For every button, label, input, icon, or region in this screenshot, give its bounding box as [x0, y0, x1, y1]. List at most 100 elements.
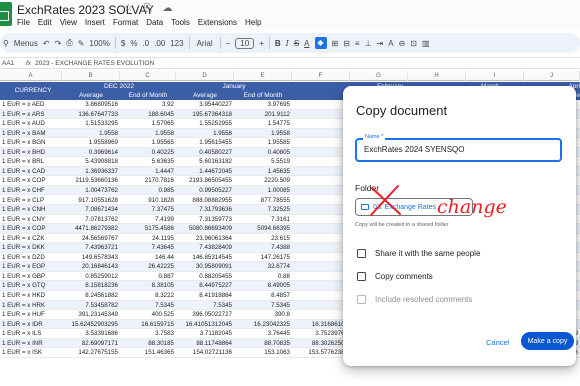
rate-cell[interactable]: 201.9112 — [234, 110, 290, 119]
rate-cell[interactable]: 3.7583 — [120, 329, 174, 338]
rate-cell[interactable]: 400.525 — [120, 310, 174, 319]
copy-comments-option[interactable]: Copy comments — [357, 272, 433, 281]
rate-cell[interactable]: 5.63635 — [120, 157, 174, 166]
rate-cell[interactable]: 5.60163182 — [176, 157, 232, 166]
rate-cell[interactable]: 1.9558 — [176, 129, 232, 138]
borders-icon[interactable]: ⊞ — [332, 39, 339, 48]
rate-cell[interactable]: 3.97695 — [234, 100, 290, 109]
rate-cell[interactable]: 24.1195 — [120, 234, 174, 243]
rate-cell[interactable]: 1.9558969 — [62, 138, 118, 147]
rate-cell[interactable]: 390.8 — [234, 310, 290, 319]
rate-cell[interactable]: 16.23042325 — [234, 320, 290, 329]
increase-decimal-button[interactable]: .00 — [154, 39, 165, 48]
rate-cell[interactable]: 4471.86279382 — [62, 224, 118, 233]
rate-cell[interactable]: 0.85259012 — [62, 272, 118, 281]
italic-button[interactable]: I — [286, 39, 289, 48]
rate-cell[interactable]: 82.69097171 — [62, 339, 118, 348]
currency-format-button[interactable]: $ — [121, 39, 125, 48]
rate-cell[interactable]: 32.6774 — [234, 262, 290, 271]
rate-cell[interactable]: 7.3161 — [234, 215, 290, 224]
rate-cell[interactable]: 3.86809516 — [62, 100, 118, 109]
make-a-copy-button[interactable]: Make a copy — [521, 332, 574, 350]
name-box[interactable]: AA1 — [0, 60, 22, 67]
decrease-decimal-button[interactable]: .0 — [142, 39, 149, 48]
rate-cell[interactable]: 24.56569767 — [62, 234, 118, 243]
rate-cell[interactable]: 8.44975227 — [176, 281, 232, 290]
currency-pair-cell[interactable]: 1 EUR = x DZD — [2, 253, 62, 262]
rate-cell[interactable]: 1.36936337 — [62, 167, 118, 176]
rate-cell[interactable]: 1.00473762 — [62, 186, 118, 195]
rate-cell[interactable]: 7.4199 — [120, 215, 174, 224]
currency-pair-cell[interactable]: 1 EUR = x COP — [2, 176, 62, 185]
rate-cell[interactable]: 16.31686109 — [292, 320, 348, 329]
comment-icon[interactable]: ⊡ — [410, 39, 417, 48]
currency-pair-cell[interactable]: 1 EUR = x ARS — [2, 110, 62, 119]
menu-extensions[interactable]: Extensions — [198, 18, 237, 27]
currency-pair-cell[interactable]: 1 EUR = x HRK — [2, 301, 62, 310]
rate-cell[interactable]: 23.96061364 — [176, 234, 232, 243]
bold-button[interactable]: B — [275, 39, 281, 48]
rate-cell[interactable]: 8.41918864 — [176, 291, 232, 300]
rate-cell[interactable]: 88.30185 — [120, 339, 174, 348]
rate-cell[interactable]: 8.3222 — [120, 291, 174, 300]
rate-cell[interactable]: 2119.53660136 — [62, 176, 118, 185]
rate-cell[interactable]: 3.71182045 — [176, 329, 232, 338]
rate-cell[interactable]: 396.05022727 — [176, 310, 232, 319]
sheets-logo-icon[interactable] — [0, 2, 12, 26]
currency-pair-cell[interactable]: 1 EUR = x IDR — [2, 320, 62, 329]
column-header-g[interactable]: G — [350, 71, 408, 81]
rate-cell[interactable]: 16.6159715 — [120, 320, 174, 329]
title-actions-icons[interactable]: ☆ ⎘ ☁ — [124, 3, 177, 14]
rate-cell[interactable]: 7.4388 — [234, 243, 290, 252]
rate-cell[interactable]: 7.31359773 — [176, 215, 232, 224]
column-header-h[interactable]: H — [408, 71, 466, 81]
link-icon[interactable]: ⊖ — [399, 39, 406, 48]
undo-icon[interactable]: ↶ — [43, 39, 50, 48]
rate-cell[interactable]: 88.11748864 — [176, 339, 232, 348]
currency-pair-cell[interactable]: 1 EUR = x ISK — [2, 348, 62, 357]
rate-cell[interactable]: 5080.86693409 — [176, 224, 232, 233]
rate-cell[interactable]: 917.10551628 — [62, 196, 118, 205]
name-field-value[interactable]: ExchRates 2024 SYENSQO — [364, 145, 465, 154]
percent-format-button[interactable]: % — [130, 39, 137, 48]
rate-cell[interactable]: 8.15818236 — [62, 281, 118, 290]
valign-icon[interactable]: ⊥ — [365, 39, 372, 48]
rate-cell[interactable]: 0.40580227 — [176, 148, 232, 157]
column-header-c[interactable]: C — [120, 71, 176, 81]
menu-data[interactable]: Data — [146, 18, 163, 27]
rate-cell[interactable]: 16.41051312045 — [176, 320, 232, 329]
currency-pair-cell[interactable]: 1 EUR = x INR — [2, 339, 62, 348]
rate-cell[interactable]: 195.67364318 — [176, 110, 232, 119]
rate-cell[interactable]: 153.1063 — [234, 348, 290, 357]
rate-cell[interactable]: 7.43828409 — [176, 243, 232, 252]
currency-pair-cell[interactable]: 1 EUR = x CZK — [2, 234, 62, 243]
rate-cell[interactable]: 5.43908818 — [62, 157, 118, 166]
zoom-select[interactable]: 100% — [89, 39, 109, 48]
rate-cell[interactable]: 7.32525 — [234, 205, 290, 214]
rate-cell[interactable]: 136.67647733 — [62, 110, 118, 119]
currency-pair-cell[interactable]: 1 EUR = x BHD — [2, 148, 62, 157]
menu-tools[interactable]: Tools — [171, 18, 190, 27]
rate-cell[interactable]: 2220.509 — [234, 176, 290, 185]
rate-cell[interactable]: 5175.4586 — [120, 224, 174, 233]
rate-cell[interactable]: 1.9558 — [234, 129, 290, 138]
menu-edit[interactable]: Edit — [38, 18, 52, 27]
rate-cell[interactable]: 877.78555 — [234, 196, 290, 205]
rate-cell[interactable]: 1.45635 — [234, 167, 290, 176]
menu-file[interactable]: File — [17, 18, 30, 27]
rate-cell[interactable]: 7.53458782 — [62, 301, 118, 310]
rate-cell[interactable]: 146.85314545 — [176, 253, 232, 262]
strikethrough-button[interactable]: S — [294, 39, 299, 48]
currency-pair-cell[interactable]: 1 EUR = x CHF — [2, 186, 62, 195]
column-header-e[interactable]: E — [234, 71, 292, 81]
rate-cell[interactable]: 146.44 — [120, 253, 174, 262]
font-size-input[interactable]: 10 — [235, 37, 255, 49]
rate-cell[interactable]: 1.9558 — [120, 129, 174, 138]
rate-cell[interactable]: 20.16846143 — [62, 262, 118, 271]
rate-cell[interactable]: 7.08671434 — [62, 205, 118, 214]
rate-cell[interactable]: 3.95440227 — [176, 100, 232, 109]
currency-pair-cell[interactable]: 1 EUR = x HKD — [2, 291, 62, 300]
rate-cell[interactable]: 1.55252955 — [176, 119, 232, 128]
rate-cell[interactable]: 188.6045 — [120, 110, 174, 119]
currency-pair-cell[interactable]: 1 EUR = x COP — [2, 224, 62, 233]
